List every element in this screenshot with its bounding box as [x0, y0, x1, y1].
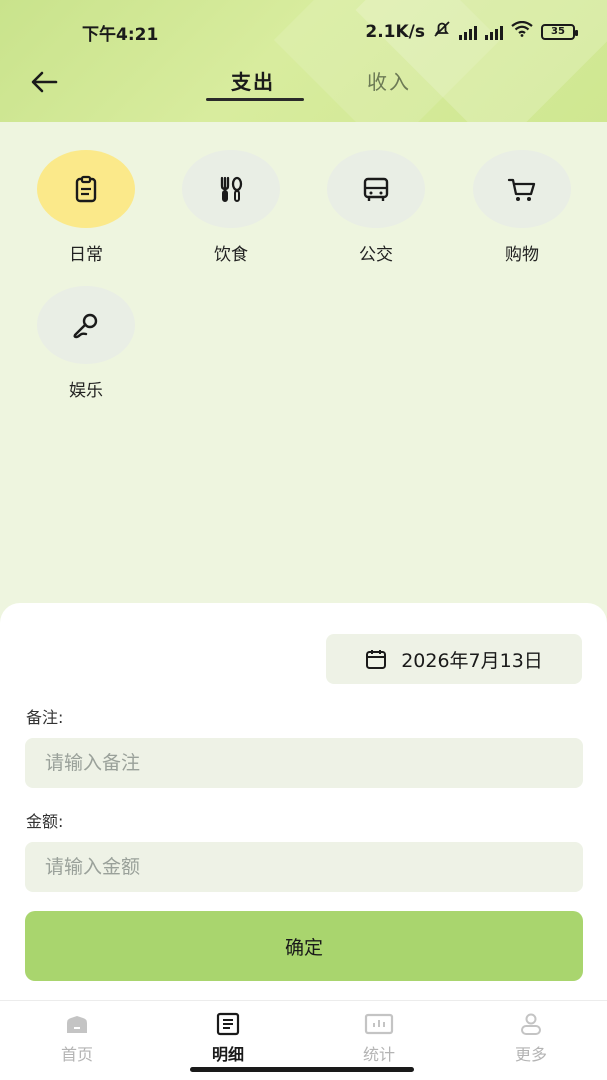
home-indicator — [190, 1067, 414, 1072]
network-speed: 2.1K/s — [365, 21, 425, 42]
category-icon-wrap — [473, 150, 571, 228]
status-time: 下午4:21 — [82, 25, 159, 45]
category-label: 公交 — [359, 245, 393, 265]
clipboard-icon — [75, 175, 97, 203]
user-icon — [521, 1013, 541, 1035]
signal-icon — [485, 24, 503, 40]
nav-item-home[interactable]: 首页 — [37, 1011, 117, 1065]
category-label: 娱乐 — [69, 381, 103, 401]
category-icon-wrap — [37, 286, 135, 364]
active-tab-indicator — [206, 98, 304, 101]
category-entertainment[interactable]: 娱乐 — [36, 286, 136, 401]
microphone-icon — [73, 313, 98, 339]
note-input[interactable] — [25, 738, 583, 788]
nav-label: 明细 — [211, 1045, 244, 1064]
category-daily[interactable]: 日常 — [36, 150, 136, 265]
utensils-icon — [220, 176, 243, 202]
category-icon-wrap — [37, 150, 135, 228]
tab-expense[interactable]: 支出 — [231, 66, 275, 95]
nav-label: 首页 — [60, 1045, 93, 1064]
category-label: 日常 — [69, 245, 103, 265]
nav-item-more[interactable]: 更多 — [491, 1011, 571, 1065]
nav-item-details[interactable]: 明细 — [188, 1011, 268, 1065]
record-form-sheet: 2026年7月13日 备注: 金额: 确定 — [0, 603, 607, 1000]
bus-icon — [363, 177, 389, 201]
category-transit[interactable]: 公交 — [326, 150, 426, 265]
date-value: 2026年7月13日 — [401, 649, 543, 672]
category-label: 购物 — [505, 245, 539, 265]
amount-label: 金额: — [26, 812, 64, 831]
mute-bell-icon — [433, 20, 451, 43]
type-tabs: 支出 收入 — [0, 60, 607, 106]
category-food[interactable]: 饮食 — [181, 150, 281, 265]
confirm-button[interactable]: 确定 — [25, 911, 583, 981]
category-icon-wrap — [327, 150, 425, 228]
signal-icon — [459, 24, 477, 40]
wifi-icon — [511, 20, 533, 42]
note-label: 备注: — [26, 708, 64, 727]
date-picker-button[interactable]: 2026年7月13日 — [326, 634, 582, 684]
nav-item-stats[interactable]: 统计 — [339, 1011, 419, 1065]
calendar-icon — [366, 650, 387, 669]
status-bar: 下午4:21 2.1K/s 35 — [0, 0, 607, 62]
status-indicators: 2.1K/s 35 — [365, 20, 578, 43]
tab-income[interactable]: 收入 — [367, 66, 411, 95]
chart-icon — [364, 1013, 394, 1035]
category-icon-wrap — [182, 150, 280, 228]
battery-icon: 35 — [541, 23, 578, 40]
amount-input[interactable] — [25, 842, 583, 892]
list-icon — [216, 1012, 240, 1036]
nav-label: 更多 — [514, 1045, 547, 1064]
home-icon — [67, 1016, 87, 1033]
category-label: 饮食 — [214, 245, 248, 265]
app-header: 下午4:21 2.1K/s 35 支出 收入 — [0, 0, 607, 122]
category-shopping[interactable]: 购物 — [472, 150, 572, 265]
nav-label: 统计 — [362, 1045, 395, 1064]
cart-icon — [507, 178, 536, 201]
